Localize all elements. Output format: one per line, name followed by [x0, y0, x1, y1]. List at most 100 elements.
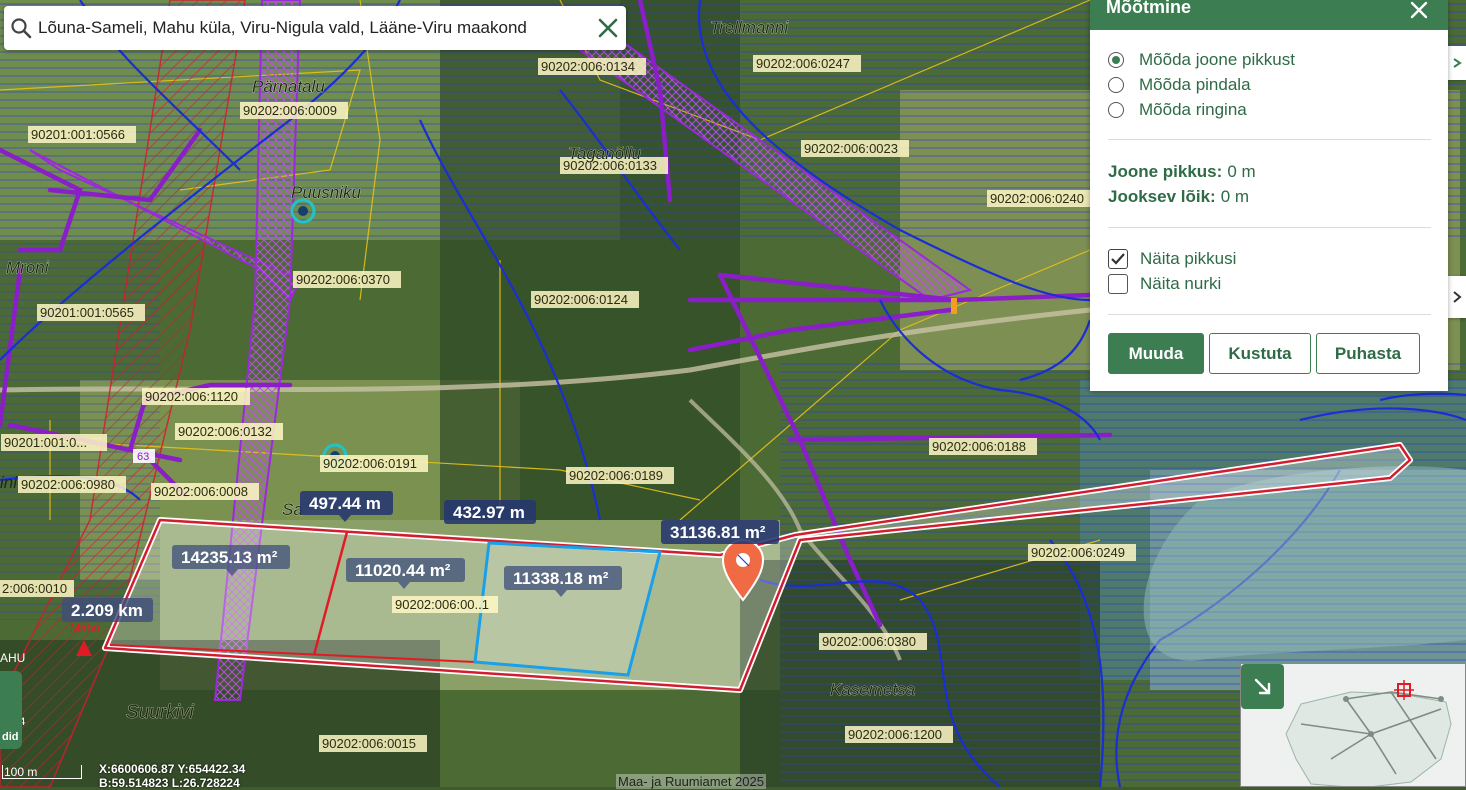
- checkmark-icon: [1111, 252, 1125, 265]
- svg-text:90201:001:0566: 90201:001:0566: [31, 127, 125, 142]
- checkbox-show-angles[interactable]: Näita nurki: [1108, 271, 1431, 296]
- scale-bar: 100 m: [2, 765, 82, 779]
- arrow-down-right-icon: [1254, 678, 1270, 694]
- svg-text:2:006:0010: 2:006:0010: [2, 581, 67, 596]
- parcel-label: 90202:006:0015: [319, 735, 427, 752]
- parcel-label: 90202:006:0191: [320, 455, 428, 472]
- svg-text:90202:006:0132: 90202:006:0132: [178, 424, 272, 439]
- place-name: Mroni: [6, 258, 50, 277]
- svg-text:90202:006:00..1: 90202:006:00..1: [395, 597, 489, 612]
- svg-text:90202:006:0247: 90202:006:0247: [756, 56, 850, 71]
- place-name: Trellmanni: [710, 18, 789, 37]
- option-label: Mõõda pindala: [1139, 74, 1251, 94]
- radio-button[interactable]: [1108, 101, 1124, 118]
- svg-text:90201:001:0...: 90201:001:0...: [4, 435, 87, 450]
- panel-title: Mõõtmine: [1106, 0, 1191, 17]
- radio-button[interactable]: [1108, 76, 1124, 93]
- parcel-label: 90202:006:0023: [801, 140, 909, 157]
- side-tab[interactable]: [1448, 46, 1466, 80]
- measurement-label-area: 31136.81 m²: [661, 520, 779, 544]
- option-label: Mõõda joone pikkust: [1139, 49, 1295, 69]
- measurement-panel: Mõõtmine Mõõda joone pikkust Mõõda pinda…: [1090, 0, 1448, 391]
- svg-text:90202:006:0370: 90202:006:0370: [296, 272, 390, 287]
- parcel-label: 90202:006:00..1: [392, 596, 498, 613]
- edit-button[interactable]: Muuda: [1108, 333, 1204, 374]
- svg-text:90202:006:0023: 90202:006:0023: [804, 141, 898, 156]
- svg-text:14235.13 m²: 14235.13 m²: [181, 548, 278, 567]
- parcel-label: 2:006:0010: [0, 580, 74, 597]
- left-tool-label: did: [2, 731, 19, 743]
- chevron-right-icon: [1453, 291, 1462, 303]
- svg-text:90201:001:0565: 90201:001:0565: [40, 305, 134, 320]
- parcel-label: 90202:006:0134: [538, 58, 646, 75]
- svg-text:90202:006:0009: 90202:006:0009: [243, 103, 337, 118]
- search-icon[interactable]: [4, 6, 38, 50]
- edge-label: ini: [0, 473, 18, 492]
- svg-text:31136.81 m²: 31136.81 m²: [670, 523, 766, 542]
- panel-header: Mõõtmine: [1090, 0, 1448, 30]
- parcel-label: 90202:006:0240: [987, 190, 1090, 207]
- checkbox[interactable]: [1108, 273, 1128, 294]
- svg-text:11020.44 m²: 11020.44 m²: [355, 561, 451, 580]
- parcel-label: 90202:006:0370: [293, 271, 401, 288]
- close-icon: [1410, 1, 1428, 19]
- stat-value: 0 m: [1220, 186, 1250, 206]
- svg-text:90202:006:1120: 90202:006:1120: [145, 389, 238, 404]
- place-name: Pärnatalu: [252, 77, 325, 96]
- parcel-label: 90201:001:0565: [37, 304, 145, 321]
- search-box[interactable]: [4, 6, 626, 50]
- svg-text:90202:006:0188: 90202:006:0188: [932, 439, 1026, 454]
- svg-text:90202:006:0380: 90202:006:0380: [822, 634, 916, 649]
- stat-label: Jooksev lõik:: [1108, 186, 1216, 206]
- place-name: Taganõllu: [568, 144, 642, 163]
- svg-text:63: 63: [137, 451, 149, 463]
- close-panel-button[interactable]: [1406, 0, 1432, 24]
- parcel-label: 90202:006:0249: [1028, 544, 1136, 561]
- svg-text:497.44 m: 497.44 m: [309, 494, 381, 513]
- place-name: Mahu: [70, 621, 100, 635]
- chevron-right-icon: [1453, 58, 1462, 68]
- coords-xy: X:6600606.87 Y:654422.34: [99, 762, 246, 776]
- place-name: Kasemetsa: [830, 680, 915, 699]
- road-number: 63: [133, 449, 155, 463]
- clear-search-button[interactable]: [590, 6, 626, 50]
- parcel-label: 90202:006:0124: [531, 291, 639, 308]
- side-tab[interactable]: [1448, 276, 1466, 318]
- svg-text:432.97 m: 432.97 m: [453, 503, 525, 522]
- clear-button[interactable]: Puhasta: [1316, 333, 1420, 374]
- stat-label: Joone pikkus:: [1108, 161, 1223, 181]
- radio-measure-length[interactable]: Mõõda joone pikkust: [1108, 47, 1431, 72]
- svg-text:90202:006:0189: 90202:006:0189: [569, 468, 663, 483]
- radio-button[interactable]: [1108, 51, 1124, 68]
- parcel-label: 90202:006:1200: [845, 726, 953, 743]
- overview-location-marker: [1394, 680, 1414, 700]
- close-icon: [598, 18, 618, 38]
- svg-text:90202:006:0015: 90202:006:0015: [322, 736, 416, 751]
- parcel-label: 90202:006:0009: [240, 102, 348, 119]
- radio-measure-circle[interactable]: Mõõda ringina: [1108, 97, 1431, 122]
- checkbox-show-lengths[interactable]: Näita pikkusi: [1108, 246, 1431, 271]
- parcel-label: 90202:006:0132: [175, 423, 283, 440]
- search-input[interactable]: [38, 8, 590, 48]
- svg-text:2.209 km: 2.209 km: [71, 601, 143, 620]
- parcel-label: 90202:006:0247: [753, 55, 861, 72]
- parcel-label: 90202:006:0980: [18, 476, 126, 493]
- option-label: Näita nurki: [1140, 273, 1222, 293]
- svg-text:90202:006:0008: 90202:006:0008: [154, 484, 248, 499]
- scale-label: 100 m: [4, 765, 38, 779]
- stat-value: 0 m: [1227, 161, 1256, 181]
- measurement-label-length: 2.209 km: [62, 598, 153, 622]
- left-tool-button[interactable]: did: [0, 671, 22, 749]
- coords-latlon: B:59.514823 L:26.728224: [99, 776, 240, 790]
- stat-line-length: Joone pikkus: 0 m: [1108, 159, 1431, 184]
- svg-text:90202:006:1200: 90202:006:1200: [848, 727, 942, 742]
- measurement-label-length: 432.97 m: [444, 500, 536, 524]
- cursor-coordinates: X:6600606.87 Y:654422.34 B:59.514823 L:2…: [99, 762, 245, 790]
- radio-measure-area[interactable]: Mõõda pindala: [1108, 72, 1431, 97]
- collapse-overview-button[interactable]: [1241, 664, 1284, 709]
- delete-button[interactable]: Kustuta: [1209, 333, 1311, 374]
- parcel-label: 90202:006:0188: [929, 438, 1037, 455]
- svg-text:90202:006:0124: 90202:006:0124: [534, 292, 628, 307]
- option-label: Mõõda ringina: [1139, 99, 1247, 119]
- checkbox[interactable]: [1108, 248, 1128, 269]
